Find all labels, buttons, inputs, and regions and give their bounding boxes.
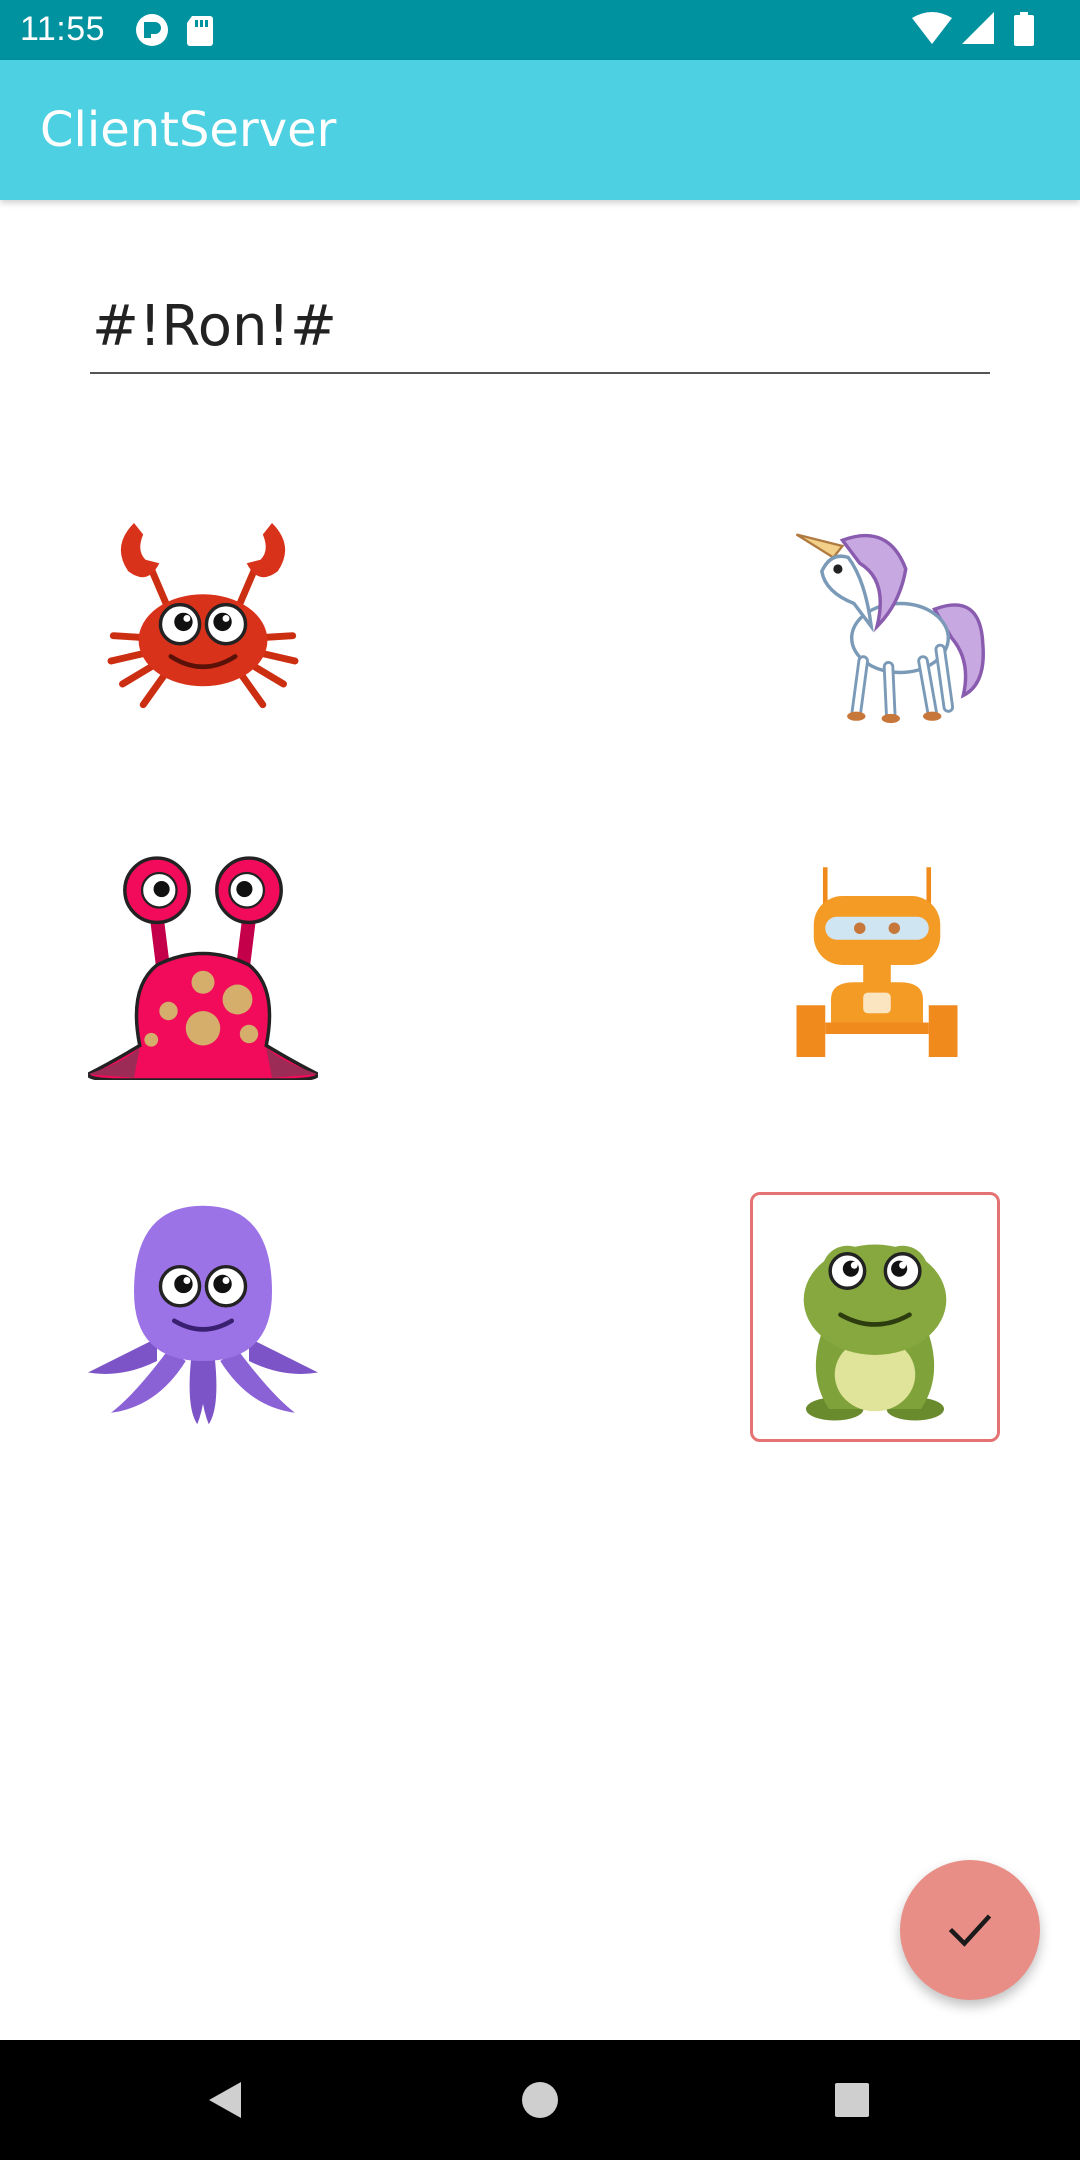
avatar-crab[interactable] [78,490,328,740]
nav-recents-button[interactable] [792,2040,912,2160]
status-right-icons [910,10,1060,53]
avatar-pink-monster[interactable] [78,840,328,1090]
wifi-icon [912,12,952,44]
frog-icon [803,1244,947,1421]
sd-card-icon [187,16,213,46]
confirm-fab[interactable] [900,1860,1040,2000]
name-input[interactable] [90,290,990,374]
crab-icon [107,523,299,709]
app-title: ClientServer [40,102,337,158]
avatar-robot[interactable] [752,840,1002,1090]
app-bar: ClientServer [0,60,1080,200]
status-left-icons [134,12,224,53]
battery-icon [1014,12,1034,46]
nav-back-button[interactable] [165,2040,285,2160]
avatar-unicorn[interactable] [752,490,1002,740]
nav-bar [0,2040,1080,2160]
avatar-frog[interactable] [750,1192,1000,1442]
status-bar: 11:55 [0,0,1080,60]
octopus-icon [88,1205,318,1425]
robot-icon [796,867,958,1057]
status-time: 11:55 [20,10,106,48]
cell-signal-icon [962,12,994,44]
pocket-icon [136,14,168,46]
recents-icon [835,2083,869,2117]
pink-monster-icon [88,856,318,1080]
check-icon [948,1914,992,1947]
avatar-octopus[interactable] [78,1190,328,1440]
unicorn-icon [795,533,985,724]
nav-home-button[interactable] [480,2040,600,2160]
back-icon [209,2082,241,2118]
home-icon [522,2082,558,2118]
